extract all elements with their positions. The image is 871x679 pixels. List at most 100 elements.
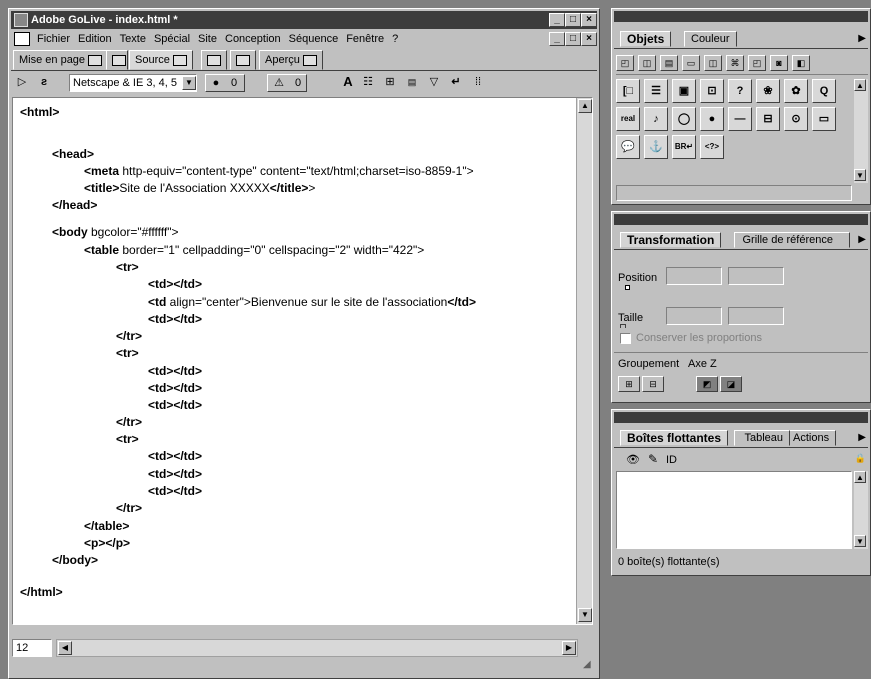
group-icon[interactable]: ⊞	[618, 376, 640, 392]
height-field[interactable]	[728, 307, 784, 325]
doc-minimize-button[interactable]: _	[549, 32, 565, 46]
object-icon-2-3[interactable]: <?>	[700, 135, 724, 159]
tab-actions[interactable]: Actions	[786, 430, 837, 446]
width-field[interactable]	[666, 307, 722, 325]
tab-layout[interactable]: Mise en page	[13, 50, 109, 70]
tab-objects[interactable]: Objets	[620, 31, 672, 47]
object-icon-1-2[interactable]: ◯	[672, 107, 696, 131]
position-x-field[interactable]	[666, 267, 722, 285]
tab-preview[interactable]: Aperçu	[259, 50, 323, 70]
menu-item-3[interactable]: Spécial	[150, 30, 194, 48]
ungroup-icon[interactable]: ⊟	[642, 376, 664, 392]
title-bar[interactable]: Adobe GoLive - index.html * _ □ ×	[11, 11, 597, 29]
code-line[interactable]: <td></td>	[148, 276, 202, 292]
objects-palette-titlebar[interactable]	[614, 11, 868, 22]
tab-outline[interactable]	[201, 50, 227, 70]
play-icon[interactable]: ▷	[15, 74, 29, 92]
bring-forward-icon[interactable]: ◩	[696, 376, 718, 392]
code-line[interactable]: </body>	[52, 552, 98, 568]
menu-item-2[interactable]: Texte	[116, 30, 150, 48]
code-line[interactable]: <table border="1" cellpadding="0" cellsp…	[84, 242, 424, 258]
object-icon-1-5[interactable]: ⊟	[756, 107, 780, 131]
code-line[interactable]: </tr>	[116, 500, 142, 516]
close-button[interactable]: ×	[581, 13, 597, 27]
filter-icon[interactable]: ▽	[425, 74, 443, 92]
more-category-icon[interactable]: ◧	[792, 55, 810, 71]
tab-table[interactable]: Tableau	[734, 430, 790, 446]
floating-boxes-list[interactable]	[616, 471, 852, 549]
horizontal-scrollbar[interactable]: ◀ ▶	[56, 639, 578, 657]
scroll-down-icon[interactable]: ▼	[578, 608, 592, 622]
document-icon[interactable]	[14, 32, 30, 46]
transform-palette-titlebar[interactable]	[614, 214, 868, 225]
tab-color[interactable]: Couleur	[684, 31, 737, 47]
object-icon-2-0[interactable]: 💬	[616, 135, 640, 159]
object-icon-1-6[interactable]: ⊙	[784, 107, 808, 131]
tab-frames[interactable]	[106, 50, 128, 70]
palette-menu-icon[interactable]: ▶	[858, 234, 866, 245]
object-icon-0-3[interactable]: ⊡	[700, 79, 724, 103]
code-line[interactable]: </head>	[52, 197, 97, 213]
frames-category-icon[interactable]: ◫	[704, 55, 722, 71]
menu-item-7[interactable]: Fenêtre	[342, 30, 388, 48]
floating-list-scrollbar[interactable]: ▲ ▼	[854, 471, 868, 549]
code-line[interactable]: <td></td>	[148, 397, 202, 413]
keep-proportions-checkbox[interactable]	[620, 333, 631, 344]
table-format-icon[interactable]: ⊞	[381, 74, 399, 92]
object-icon-0-0[interactable]: [□	[616, 79, 640, 103]
browser-select[interactable]: Netscape & IE 3, 4, 5 ▼	[69, 74, 197, 92]
scroll-right-icon[interactable]: ▶	[562, 641, 576, 655]
scroll-left-icon[interactable]: ◀	[58, 641, 72, 655]
object-icon-0-6[interactable]: ✿	[784, 79, 808, 103]
code-line[interactable]: </tr>	[116, 414, 142, 430]
code-line[interactable]: <td></td>	[148, 483, 202, 499]
syntax-check-icon[interactable]: ƨ	[37, 74, 51, 92]
send-backward-icon[interactable]: ◪	[720, 376, 742, 392]
object-icon-2-2[interactable]: BR↵	[672, 135, 696, 159]
object-icon-1-7[interactable]: ▭	[812, 107, 836, 131]
object-icon-0-7[interactable]: Q	[812, 79, 836, 103]
object-icon-2-1[interactable]: ⚓	[644, 135, 668, 159]
lock-icon[interactable]: 🔒	[855, 453, 866, 464]
code-line[interactable]: <td align="center">Bienvenue sur le site…	[148, 294, 476, 310]
src-format-icon[interactable]: ☷	[359, 74, 377, 92]
code-line[interactable]: <td></td>	[148, 448, 202, 464]
code-area[interactable]: <html> <head> <meta http-equiv="content-ty…	[13, 98, 575, 624]
menu-item-8[interactable]: ?	[388, 30, 402, 48]
object-icon-0-1[interactable]: ☰	[644, 79, 668, 103]
vertical-scrollbar[interactable]: ▲ ▼	[576, 98, 592, 624]
code-line[interactable]: </tr>	[116, 328, 142, 344]
tab-reference-grid[interactable]: Grille de référence	[734, 232, 850, 248]
code-line[interactable]: <title>Site de l'Association XXXXX</titl…	[84, 180, 315, 196]
chevron-down-icon[interactable]: ▼	[182, 76, 196, 90]
menu-item-1[interactable]: Edition	[74, 30, 116, 48]
anchor-icon[interactable]	[625, 285, 630, 290]
code-line[interactable]: <td></td>	[148, 380, 202, 396]
scroll-up-icon[interactable]: ▲	[854, 79, 866, 91]
object-icon-0-5[interactable]: ❀	[756, 79, 780, 103]
code-line[interactable]: <td></td>	[148, 466, 202, 482]
object-icon-1-1[interactable]: ♪	[644, 107, 668, 131]
code-line[interactable]: <body bgcolor="#ffffff">	[52, 224, 179, 240]
forms-category-icon[interactable]: ▤	[660, 55, 678, 71]
tab-source[interactable]: Source	[129, 50, 193, 70]
smart-category-icon[interactable]: ◫	[638, 55, 656, 71]
code-line[interactable]: <meta http-equiv="content-type" content=…	[84, 163, 474, 179]
scroll-up-icon[interactable]: ▲	[578, 99, 592, 113]
scroll-down-icon[interactable]: ▼	[854, 169, 866, 181]
palette-menu-icon[interactable]: ▶	[858, 33, 866, 44]
palette-menu-icon[interactable]: ▶	[858, 432, 866, 443]
menu-item-4[interactable]: Site	[194, 30, 221, 48]
menu-item-0[interactable]: Fichier	[33, 30, 74, 48]
object-icon-0-2[interactable]: ▣	[672, 79, 696, 103]
code-line[interactable]: <tr>	[116, 259, 139, 275]
object-icon-1-0[interactable]: real	[616, 107, 640, 131]
tab-preview-frames[interactable]	[230, 50, 256, 70]
resize-grip-icon[interactable]: ◢	[583, 659, 591, 670]
maximize-button[interactable]: □	[565, 13, 581, 27]
code-line[interactable]: <td></td>	[148, 311, 202, 327]
code-line[interactable]: <head>	[52, 146, 94, 162]
scroll-up-icon[interactable]: ▲	[854, 471, 866, 483]
custom-category-icon[interactable]: ◙	[770, 55, 788, 71]
url-icon[interactable]: ▤	[403, 74, 421, 92]
